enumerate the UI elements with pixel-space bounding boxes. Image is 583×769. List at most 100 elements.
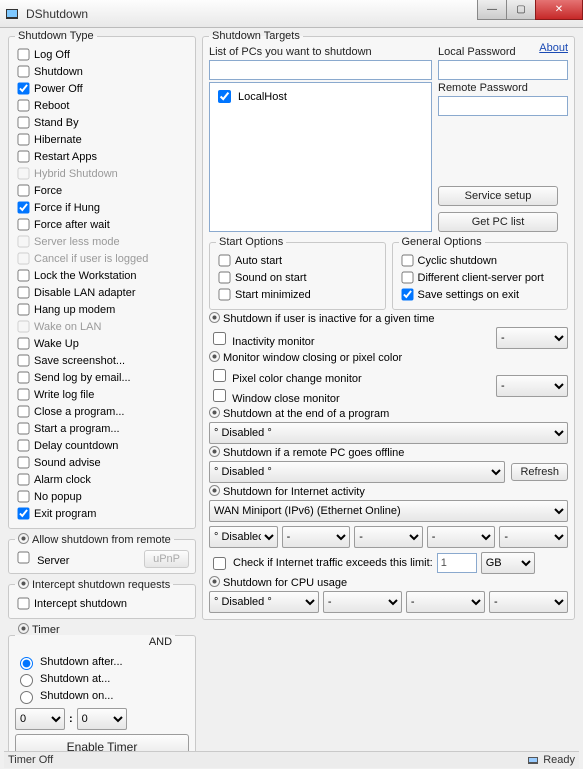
endprog-select[interactable]: ° Disabled ° [209,422,568,444]
pixel-color-checkbox[interactable] [213,369,226,382]
list-item[interactable]: LocalHost [214,87,427,106]
timer-radio-row[interactable]: Shutdown at... [15,671,189,687]
intercept-checkbox[interactable] [18,598,30,610]
traffic-limit-checkbox[interactable] [213,557,226,570]
shutdown-type-checkbox[interactable] [18,491,30,503]
internet-d4-select[interactable]: - [427,526,496,548]
cond-inactive-expander-icon[interactable] [209,313,223,325]
traffic-limit-unit-select[interactable]: GB [481,552,535,574]
internet-d3-select[interactable]: - [354,526,423,548]
shutdown-type-label: Wake Up [34,338,79,350]
shutdown-type-checkbox[interactable] [18,457,30,469]
timer-radio-row[interactable]: Shutdown on... [15,688,189,704]
about-link[interactable]: About [539,42,568,54]
close-button[interactable]: ✕ [535,0,583,20]
local-password-input[interactable] [438,60,568,80]
shutdown-type-checkbox[interactable] [18,185,30,197]
shutdown-type-checkbox[interactable] [18,423,30,435]
inactivity-monitor-label: Inactivity monitor [232,336,315,348]
cpu-d1-select[interactable]: ° Disabled ° [209,591,319,613]
shutdown-type-checkbox[interactable] [18,219,30,231]
shutdown-type-checkbox[interactable] [18,270,30,282]
shutdown-type-checkbox[interactable] [18,304,30,316]
inactivity-select[interactable]: - [496,327,568,349]
service-setup-button[interactable]: Service setup [438,186,558,206]
internet-d2-select[interactable]: - [282,526,351,548]
maximize-button[interactable]: ▢ [506,0,536,20]
shutdown-type-checkbox[interactable] [18,355,30,367]
shutdown-type-checkbox[interactable] [18,406,30,418]
start-options-legend: Start Options [216,236,286,248]
timer-radio-row[interactable]: Shutdown after... [15,654,189,670]
get-pc-list-button[interactable]: Get PC list [438,212,558,232]
cpu-d4-select[interactable]: - [489,591,568,613]
shutdown-type-checkbox[interactable] [18,372,30,384]
remote-offline-select[interactable]: ° Disabled ° [209,461,505,483]
timer-radio[interactable] [20,691,33,704]
pc-name-input[interactable] [209,60,432,80]
shutdown-type-label: Start a program... [34,423,120,435]
shutdown-type-checkbox[interactable] [18,49,30,61]
pc-listbox[interactable]: LocalHost [209,82,432,232]
shutdown-type-legend: Shutdown Type [15,30,97,42]
shutdown-type-checkbox[interactable] [18,338,30,350]
start-option-checkbox[interactable] [219,272,231,284]
shutdown-type-row: Wake Up [15,335,189,352]
timer-minutes-select[interactable]: 0 [77,708,127,730]
shutdown-type-checkbox[interactable] [18,287,30,299]
cpu-d3-select[interactable]: - [406,591,485,613]
shutdown-type-row: Write log file [15,386,189,403]
start-option-checkbox[interactable] [219,255,231,267]
shutdown-type-checkbox[interactable] [18,134,30,146]
cond-pixel-expander-icon[interactable] [209,352,223,364]
timer-hours-select[interactable]: 0 [15,708,65,730]
cond-endprog-expander-icon[interactable] [209,408,223,420]
inactivity-monitor-checkbox[interactable] [213,332,226,345]
shutdown-type-label: Save screenshot... [34,355,125,367]
refresh-button[interactable]: Refresh [511,463,568,481]
minimize-button[interactable]: — [477,0,507,20]
shutdown-type-checkbox[interactable] [18,151,30,163]
general-option-label: Cyclic shutdown [418,255,497,267]
upnp-button[interactable]: uPnP [144,550,189,568]
traffic-limit-value[interactable] [437,553,477,573]
allow-remote-expander-icon[interactable] [18,534,32,546]
cond-internet-expander-icon[interactable] [209,486,223,498]
cpu-d2-select[interactable]: - [323,591,402,613]
general-option-checkbox[interactable] [401,289,413,301]
status-bar: Timer Off Ready [4,751,579,768]
internet-d1-select[interactable]: ° Disablec [209,526,278,548]
shutdown-type-checkbox[interactable] [18,202,30,214]
general-option-checkbox[interactable] [401,272,413,284]
start-option-checkbox[interactable] [219,289,231,301]
localhost-checkbox[interactable] [218,90,231,103]
shutdown-type-label: Cancel if user is logged [34,253,148,265]
timer-radio[interactable] [20,674,33,687]
remote-password-input[interactable] [438,96,568,116]
shutdown-type-checkbox[interactable] [18,83,30,95]
timer-radio[interactable] [20,657,33,670]
shutdown-type-checkbox[interactable] [18,474,30,486]
timer-expander-icon[interactable] [18,624,32,636]
pixel-select[interactable]: - [496,375,568,397]
intercept-expander-icon[interactable] [18,579,32,591]
ready-icon [527,754,539,766]
general-option-checkbox[interactable] [401,255,413,267]
cond-cpu-expander-icon[interactable] [209,577,223,589]
shutdown-type-checkbox[interactable] [18,508,30,520]
shutdown-type-checkbox[interactable] [18,100,30,112]
shutdown-type-checkbox[interactable] [18,66,30,78]
shutdown-type-row: Force [15,182,189,199]
shutdown-type-checkbox[interactable] [18,440,30,452]
server-checkbox[interactable] [18,551,30,563]
shutdown-type-checkbox[interactable] [18,117,30,129]
internet-d5-select[interactable]: - [499,526,568,548]
shutdown-type-checkbox[interactable] [18,389,30,401]
shutdown-type-row: Lock the Workstation [15,267,189,284]
cond-remote-expander-icon[interactable] [209,447,223,459]
shutdown-type-row: Save screenshot... [15,352,189,369]
shutdown-type-row: Restart Apps [15,148,189,165]
internet-adapter-select[interactable]: WAN Miniport (IPv6) (Ethernet Online) [209,500,568,522]
general-option-label: Different client-server port [418,272,544,284]
window-close-checkbox[interactable] [213,389,226,402]
